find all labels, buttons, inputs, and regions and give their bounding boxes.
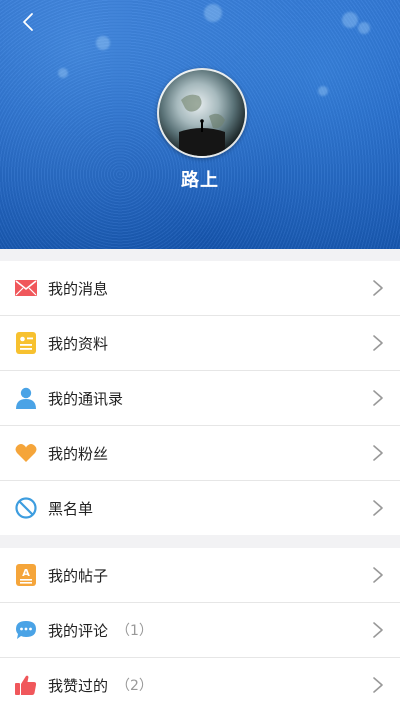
menu-item-liked[interactable]: 我赞过的 （2） — [0, 658, 400, 712]
menu-item-label: 我的评论 — [48, 621, 109, 640]
avatar[interactable] — [157, 68, 247, 158]
chevron-right-icon — [373, 567, 383, 583]
bokeh-dot — [96, 36, 110, 50]
profile-card-icon — [15, 332, 37, 354]
menu-item-posts[interactable]: A 我的帖子 — [0, 548, 400, 603]
chevron-right-icon — [373, 677, 383, 693]
chevron-right-icon — [373, 622, 383, 638]
bokeh-dot — [204, 4, 222, 22]
svg-text:A: A — [22, 568, 30, 579]
block-icon — [15, 497, 37, 519]
contacts-icon — [15, 387, 37, 409]
menu-group-activity: A 我的帖子 我的评论 （1） 我赞过的 （2） — [0, 548, 400, 712]
chevron-right-icon — [373, 280, 383, 296]
chevron-right-icon — [373, 335, 383, 351]
comment-count: （1） — [116, 623, 153, 639]
chevron-right-icon — [373, 500, 383, 516]
comment-icon — [15, 619, 37, 641]
chevron-right-icon — [373, 390, 383, 406]
menu-item-label: 我的通讯录 — [48, 389, 124, 408]
thumbs-up-icon — [15, 674, 37, 696]
menu-item-profile[interactable]: 我的资料 — [0, 316, 400, 371]
bokeh-dot — [358, 22, 370, 34]
menu-item-label: 我赞过的 — [48, 676, 109, 695]
liked-count: （2） — [116, 678, 153, 694]
chevron-left-icon — [23, 13, 33, 31]
menu-item-label: 我的粉丝 — [48, 444, 109, 463]
bokeh-dot — [342, 12, 358, 28]
username: 路上 — [181, 170, 219, 191]
back-button[interactable] — [14, 8, 42, 36]
menu-item-label: 我的帖子 — [48, 566, 109, 585]
heart-icon — [15, 442, 37, 464]
menu-item-messages[interactable]: 我的消息 — [0, 261, 400, 316]
earth-avatar — [159, 70, 245, 156]
menu-item-comments[interactable]: 我的评论 （1） — [0, 603, 400, 658]
menu-item-label: 黑名单 — [48, 499, 94, 518]
bokeh-dot — [58, 68, 68, 78]
profile-header: 路上 — [0, 0, 400, 249]
menu-item-label: 我的消息 — [48, 279, 109, 298]
menu-item-label: 我的资料 — [48, 334, 109, 353]
bokeh-dot — [318, 86, 328, 96]
menu-group-account: 我的消息 我的资料 我的通讯录 我的粉丝 黑名单 — [0, 261, 400, 535]
menu-item-blacklist[interactable]: 黑名单 — [0, 481, 400, 535]
chevron-right-icon — [373, 445, 383, 461]
mail-icon — [15, 277, 37, 299]
post-icon: A — [15, 564, 37, 586]
menu-item-contacts[interactable]: 我的通讯录 — [0, 371, 400, 426]
menu-item-fans[interactable]: 我的粉丝 — [0, 426, 400, 481]
